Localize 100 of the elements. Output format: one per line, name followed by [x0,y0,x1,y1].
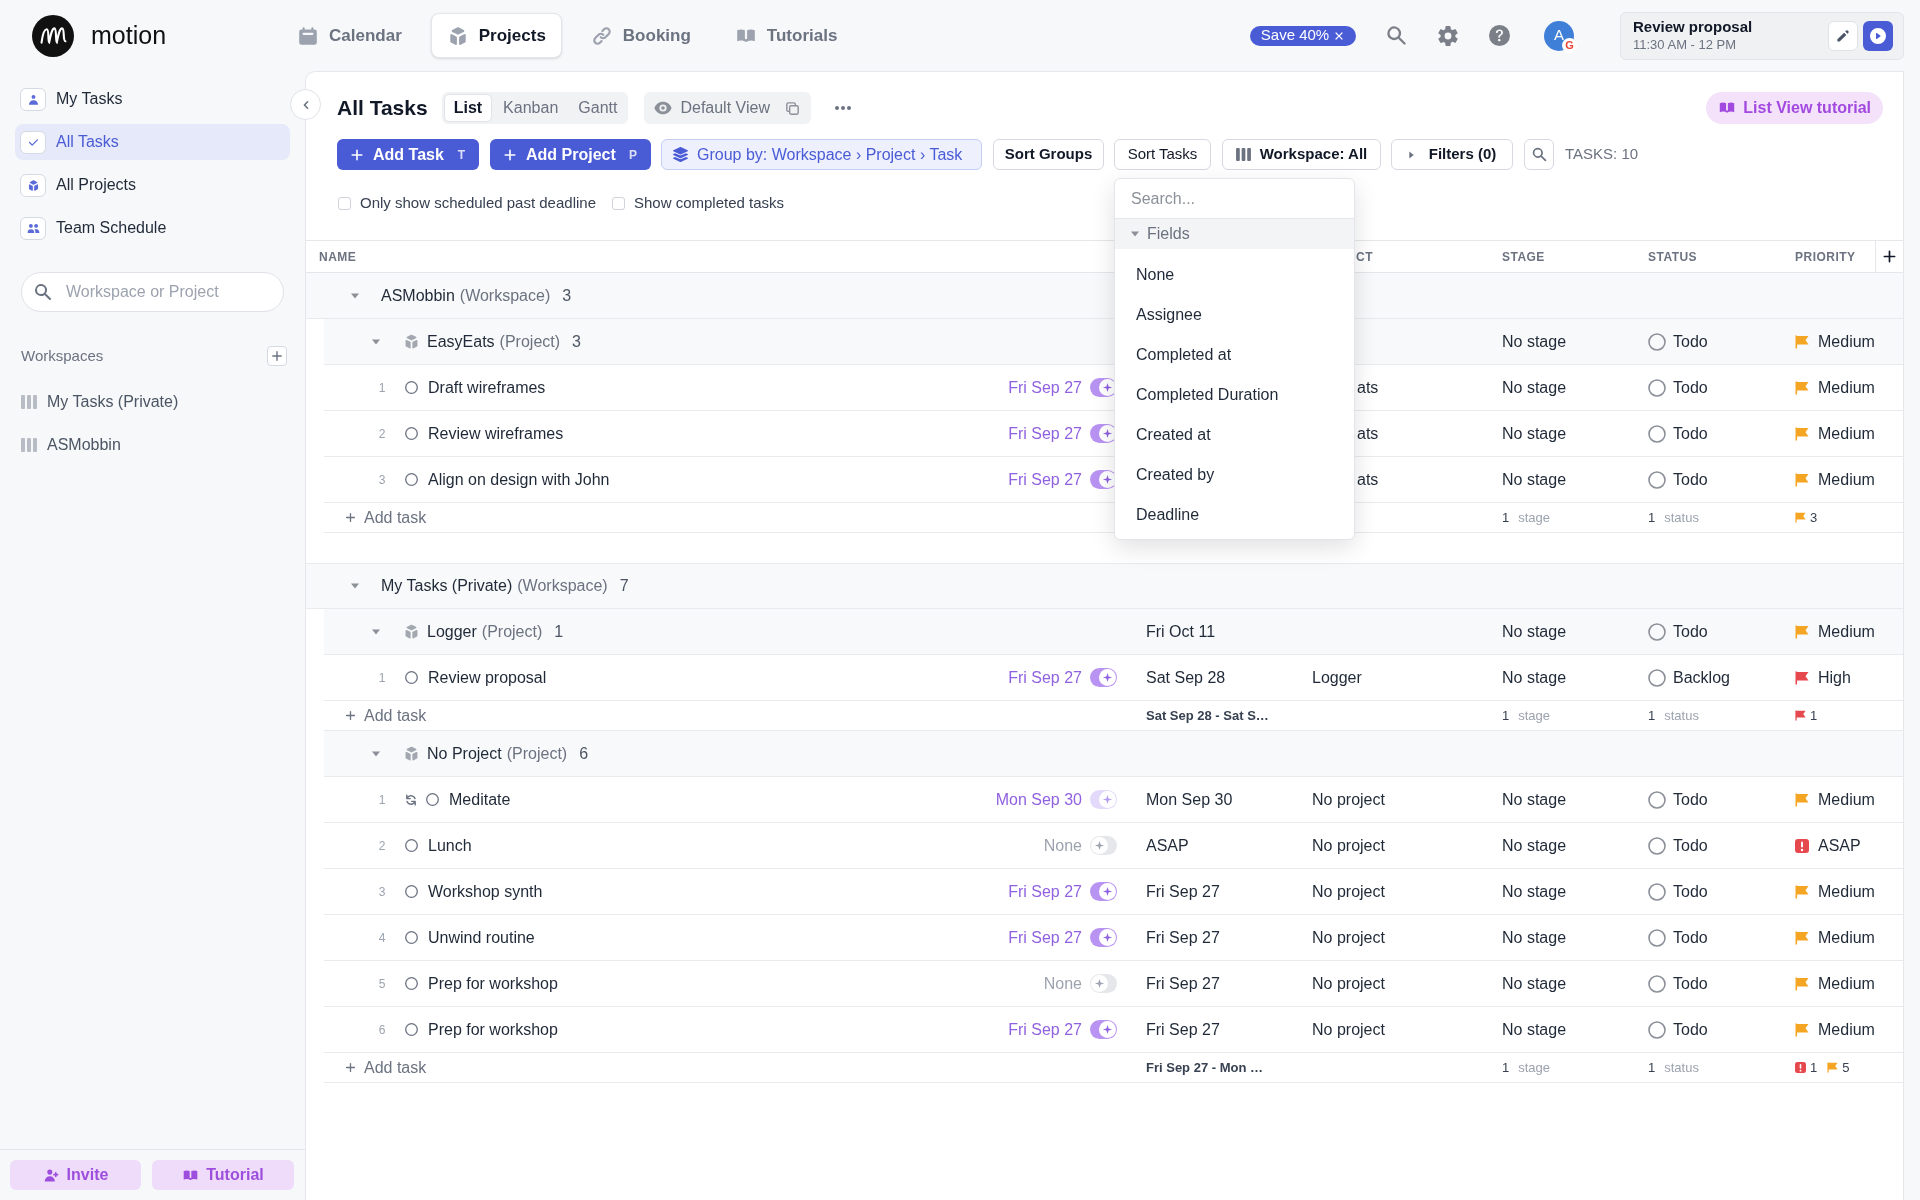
task-name[interactable]: Unwind routine [428,925,535,950]
deadline-date[interactable]: Fri Sep 27 [1008,879,1082,904]
row-number: 6 [377,1021,387,1039]
status-ring-icon [1648,378,1666,397]
caret-icon[interactable] [372,337,380,346]
project-name: ats [1357,377,1379,398]
menu-item[interactable]: Assignee [1115,295,1354,335]
add-task-button[interactable]: Add task [344,1055,427,1080]
filters-button[interactable]: Filters (0) [1391,139,1513,170]
task-checkbox[interactable] [405,427,418,440]
settings-icon[interactable] [1437,24,1459,47]
default-view-button[interactable]: Default View [644,92,811,124]
menu-item[interactable]: None [1115,255,1354,295]
task-checkbox[interactable] [405,381,418,394]
edit-button[interactable] [1828,20,1858,51]
auto-schedule-toggle[interactable] [1090,668,1117,687]
sidebar-item[interactable]: All Projects [15,167,290,203]
sidebar-item[interactable]: My Tasks [15,81,290,117]
task-name[interactable]: Meditate [449,787,511,812]
task-checkbox[interactable] [405,1023,418,1036]
add-task-button[interactable]: Add task [344,703,427,728]
workspace-filter-button[interactable]: Workspace: All [1222,139,1381,170]
column-header: STAGE [1502,249,1545,264]
caret-icon[interactable] [372,627,380,636]
cube-icon [403,623,420,640]
fields-section-header[interactable]: Fields [1115,219,1354,249]
task-checkbox[interactable] [405,671,418,684]
deadline-date[interactable]: Fri Sep 27 [1008,421,1082,446]
workspace-item[interactable]: ASMobbin [21,430,285,460]
sort-groups-button[interactable]: Sort Groups [993,139,1104,170]
priority-count: 5 [1842,1058,1850,1077]
menu-item[interactable]: Completed Duration [1115,375,1354,415]
deadline-date[interactable]: Mon Sep 30 [995,787,1082,812]
deadline-date[interactable]: Fri Sep 27 [1008,467,1082,492]
stage-label: No stage [1502,927,1567,948]
view-tab[interactable]: List [443,94,493,122]
project-name: ats [1357,469,1379,490]
auto-schedule-toggle[interactable] [1090,928,1117,947]
nav-tab[interactable]: Projects [430,13,562,58]
sort-tasks-button[interactable]: Sort Tasks [1114,139,1211,170]
status-ring-icon [1648,332,1666,351]
deadline-date[interactable]: Fri Sep 27 [1008,925,1082,950]
deadline-date[interactable]: Fri Sep 27 [1008,665,1082,690]
task-name[interactable]: Review wireframes [428,421,564,446]
auto-schedule-toggle[interactable] [1090,974,1117,993]
add-task-button[interactable]: Add Task T [337,139,479,170]
view-tab[interactable]: Kanban [494,94,568,122]
checkbox[interactable] [338,196,351,210]
priority-label: ASAP [1818,835,1861,856]
sidebar-item[interactable]: All Tasks [15,124,290,160]
task-checkbox[interactable] [405,931,418,944]
task-name[interactable]: Prep for workshop [428,1017,558,1042]
menu-item[interactable]: Created at [1115,415,1354,455]
task-checkbox[interactable] [426,793,439,806]
stage-label: No stage [1502,1019,1567,1040]
start-button[interactable] [1863,20,1893,51]
workspace-item[interactable]: My Tasks (Private) [21,387,285,417]
caret-icon[interactable] [351,582,359,590]
save-offer-badge[interactable]: Save 40% [1250,25,1356,46]
task-checkbox[interactable] [405,885,418,898]
project-name: No project [1312,789,1385,810]
invite-button[interactable]: Invite [10,1160,141,1190]
add-task-button[interactable]: Add task [344,505,427,530]
task-checkbox[interactable] [405,473,418,486]
list-view-tutorial-button[interactable]: List View tutorial [1706,92,1883,124]
task-name[interactable]: Align on design with John [428,467,610,492]
menu-item[interactable]: Created by [1115,455,1354,495]
task-name[interactable]: Draft wireframes [428,375,546,400]
caret-icon[interactable] [351,291,359,300]
menu-item[interactable]: Deadline [1115,495,1354,535]
search-button[interactable] [1524,139,1554,170]
task-checkbox[interactable] [405,839,418,852]
task-name[interactable]: Prep for workshop [428,971,558,996]
task-name[interactable]: Workshop synth [428,879,543,904]
tutorial-button[interactable]: Tutorial [152,1160,294,1190]
deadline-date[interactable]: Fri Sep 27 [1008,375,1082,400]
menu-search-field[interactable]: Search... [1115,179,1354,218]
menu-item[interactable]: Completed at [1115,335,1354,375]
project-name: No project [1312,835,1385,856]
search-icon[interactable] [1385,24,1408,47]
sidebar-item[interactable]: Team Schedule [15,210,290,246]
checkbox[interactable] [612,196,625,210]
auto-schedule-toggle[interactable] [1090,882,1117,901]
deadline-date[interactable]: Fri Sep 27 [1008,1017,1082,1042]
nav-tab[interactable]: Calendar [282,13,417,58]
add-project-button[interactable]: Add Project P [490,139,651,170]
auto-schedule-toggle[interactable] [1090,1020,1117,1039]
add-workspace-button[interactable] [267,346,287,366]
task-checkbox[interactable] [405,977,418,990]
help-icon[interactable] [1489,25,1510,46]
nav-tab[interactable]: Tutorials [719,13,853,58]
caret-icon[interactable] [372,749,380,758]
task-name[interactable]: Lunch [428,833,472,858]
sidebar-search-field[interactable]: Workspace or Project [21,272,284,312]
group-by-button[interactable]: Group by: Workspace › Project › Task [661,139,982,170]
nav-tab[interactable]: Booking [575,13,706,58]
task-name[interactable]: Review proposal [428,665,547,690]
auto-schedule-toggle[interactable] [1090,836,1117,855]
status-ring-icon [1648,622,1666,641]
view-tab[interactable]: Gantt [569,94,627,122]
